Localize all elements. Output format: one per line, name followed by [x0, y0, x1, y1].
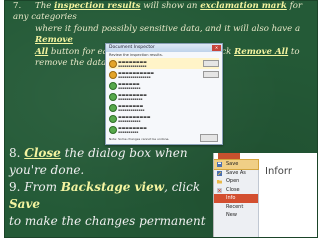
- text: The: [35, 1, 55, 11]
- check-icon: [109, 82, 117, 90]
- step-9-continuation: to make the changes permanent: [9, 214, 206, 228]
- backstage-item-save[interactable]: Save: [214, 159, 259, 170]
- step-9: 9. From Backstage view, click Save: [9, 179, 209, 213]
- close-icon[interactable]: ✕: [212, 45, 221, 51]
- menu-label: Info: [226, 195, 236, 201]
- steps-8-9: 8. Close the dialog box when you're done…: [9, 145, 209, 230]
- emphasis-save: Save: [9, 197, 41, 211]
- emphasis-exclamation-mark: exclamation mark: [200, 1, 287, 11]
- emphasis-close: Close: [24, 146, 61, 160]
- backstage-view-screenshot: Save Save As Open Close Info Recent New …: [213, 153, 317, 237]
- row-desc: ▪▪▪▪▪▪▪▪▪▪▪: [118, 85, 141, 90]
- text: , click: [164, 180, 201, 194]
- menu-label: Save As: [226, 169, 246, 176]
- inspection-row: ▬▬▬▬▬▬▬ ▪▪▪▪▪▪▪▪▪▪▪▪▪: [109, 102, 219, 113]
- menu-label: Save: [226, 161, 239, 167]
- row-desc: ▪▪▪▪▪▪▪▪▪▪▪▪▪▪▪▪: [118, 74, 151, 79]
- emphasis-remove: Remove: [35, 35, 73, 46]
- check-icon: [109, 126, 117, 134]
- row-desc: ▪▪▪▪▪▪▪▪▪▪▪▪▪: [118, 107, 145, 112]
- check-icon: [109, 104, 117, 112]
- close-file-icon: [217, 187, 222, 193]
- backstage-item-info[interactable]: Info: [214, 194, 258, 203]
- row-desc: ▪▪▪▪▪▪▪▪▪▪▪▪: [118, 96, 143, 101]
- document-inspector-dialog: Document Inspector ✕ Review the inspecti…: [105, 43, 223, 145]
- save-icon: [217, 162, 222, 167]
- step-number: 8.: [9, 146, 21, 160]
- inspection-row: ▬▬▬▬▬▬▬▬ ▪▪▪▪▪▪▪▪▪▪▪▪: [109, 91, 219, 102]
- menu-label: Open: [226, 178, 240, 184]
- backstage-info-pane: Inforr: [260, 160, 317, 237]
- check-icon: [109, 93, 117, 101]
- backstage-item-open[interactable]: Open: [214, 177, 258, 186]
- backstage-item-close[interactable]: Close: [214, 186, 258, 195]
- inspection-row: ▬▬▬▬▬▬ ▪▪▪▪▪▪▪▪▪▪▪: [109, 80, 219, 91]
- backstage-item-new[interactable]: New: [214, 211, 258, 220]
- emphasis-backstage-view: Backstage view: [60, 180, 165, 194]
- inspection-row: ▬▬▬▬▬▬▬▬▬ ▪▪▪▪▪▪▪▪▪▪▪: [109, 113, 219, 124]
- backstage-item-save-as[interactable]: Save As: [214, 169, 258, 178]
- emphasis-all: All: [35, 46, 49, 57]
- step-number: 7.: [13, 1, 22, 11]
- file-tab[interactable]: [218, 153, 240, 160]
- slide: 7. The inspection results will show an ex…: [0, 0, 320, 240]
- text: will show an: [140, 1, 201, 11]
- inspection-row: ▬▬▬▬▬▬▬▬▬▬ ▪▪▪▪▪▪▪▪▪▪▪▪▪▪▪▪: [109, 69, 219, 80]
- inspection-row: ▬▬▬▬▬▬▬▬ ▪▪▪▪▪▪▪▪▪▪▪▪▪▪: [109, 58, 219, 69]
- info-heading: Inforr: [265, 166, 292, 177]
- text: From: [24, 180, 61, 194]
- step-number: 9.: [9, 180, 21, 194]
- chalkboard: 7. The inspection results will show an ex…: [4, 0, 318, 238]
- emphasis-remove-all: Remove All: [234, 46, 289, 57]
- row-desc: ▪▪▪▪▪▪▪▪▪▪▪▪▪▪: [118, 63, 147, 68]
- check-icon: [109, 115, 117, 123]
- close-button[interactable]: [200, 134, 218, 142]
- emphasis-inspection-results: inspection results: [54, 1, 141, 11]
- open-folder-icon: [217, 179, 222, 184]
- menu-label: Close: [226, 186, 240, 193]
- row-desc: ▪▪▪▪▪▪▪▪▪▪▪: [118, 118, 141, 123]
- text: where it found possibly sensitive data, …: [35, 23, 301, 34]
- row-desc: ▪▪▪▪▪▪▪▪▪▪: [118, 129, 139, 134]
- exclamation-icon: [109, 60, 117, 68]
- remove-all-button[interactable]: [203, 60, 219, 67]
- dialog-title: Document Inspector ✕: [106, 44, 222, 52]
- dialog-title-text: Document Inspector: [109, 45, 155, 50]
- remove-all-button[interactable]: [203, 71, 219, 78]
- step-8: 8. Close the dialog box when you're done…: [9, 145, 209, 179]
- menu-label: New: [226, 212, 237, 218]
- save-as-icon: [217, 170, 222, 176]
- menu-label: Recent: [226, 203, 244, 210]
- backstage-item-recent[interactable]: Recent: [214, 203, 258, 212]
- exclamation-icon: [109, 71, 117, 79]
- backstage-menu: Save Save As Open Close Info Recent New: [214, 159, 259, 237]
- dialog-footer-note: Note: Some changes cannot be undone.: [109, 137, 170, 141]
